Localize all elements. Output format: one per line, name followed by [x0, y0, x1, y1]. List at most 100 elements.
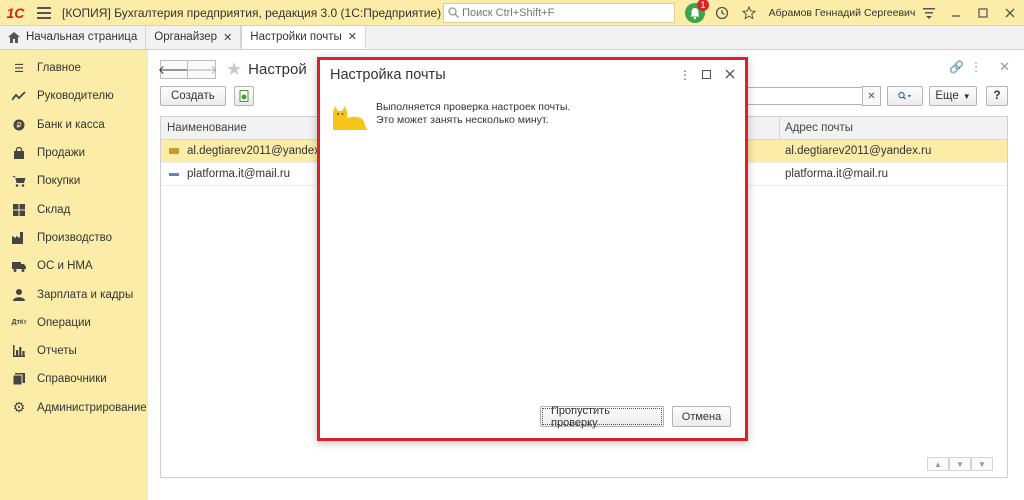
close-tab-icon[interactable]: ✕ — [348, 30, 357, 43]
sidebar-item-label: Операции — [37, 316, 91, 329]
main-menu-icon[interactable] — [31, 0, 58, 26]
sidebar-item-label: Главное — [37, 62, 81, 75]
tab-mail-settings[interactable]: Настройки почты ✕ — [241, 25, 366, 49]
person-icon — [12, 288, 26, 302]
sidebar-item-label: Руководителю — [37, 90, 114, 103]
dialog-message: Выполняется проверка настроек почты. Это… — [376, 101, 570, 127]
more-vertical-icon[interactable]: ⋮ — [970, 60, 982, 74]
sidebar-item-sales[interactable]: Продажи — [0, 139, 148, 167]
sidebar-item-label: Справочники — [37, 373, 107, 386]
help-button[interactable]: ? — [986, 86, 1008, 106]
find-button[interactable] — [887, 86, 923, 106]
sidebar-item-label: Продажи — [37, 147, 86, 160]
sidebar-item-main[interactable]: ☰ Главное — [0, 54, 148, 82]
dialog-buttons: Пропустить проверку Отмена — [540, 405, 731, 429]
home-icon — [8, 31, 20, 43]
sidebar-item-production[interactable]: Производство — [0, 224, 148, 252]
dt-kt-icon: Дт Кт — [11, 319, 27, 327]
favorite-star-icon[interactable]: ★ — [226, 59, 242, 80]
nav-row: 🡐 🡒 ★ Настрой — [158, 59, 307, 80]
create-button[interactable]: Создать — [160, 86, 226, 106]
dialog-title: Настройка почты — [330, 67, 446, 83]
row-name: al.degtiarev2011@yandex.ru — [187, 145, 334, 157]
gear-icon: ⚙ — [12, 399, 26, 416]
sidebar-item-label: Зарплата и кадры — [37, 288, 134, 301]
trend-icon — [12, 89, 26, 103]
scroll-end-button[interactable]: ▼ — [971, 457, 993, 471]
close-dialog-icon[interactable] — [725, 68, 735, 82]
window-title: [КОПИЯ] Бухгалтерия предприятия, редакци… — [62, 5, 442, 20]
account-icon — [169, 173, 179, 176]
close-window-icon[interactable] — [997, 0, 1024, 26]
sidebar-item-purchases[interactable]: Покупки — [0, 167, 148, 195]
minimize-icon[interactable] — [943, 0, 970, 26]
notifications-button[interactable]: 1 — [681, 0, 709, 26]
refresh-button[interactable] — [233, 86, 254, 106]
column-header-address[interactable]: Адрес почты — [785, 122, 853, 134]
back-button[interactable]: 🡐 — [158, 59, 190, 79]
refresh-doc-icon — [239, 90, 249, 102]
cart-icon — [12, 174, 26, 188]
clear-search-button[interactable]: ✕ — [862, 86, 881, 106]
book-icon — [12, 372, 26, 386]
sidebar-item-catalogs[interactable]: Справочники — [0, 365, 148, 393]
global-search[interactable] — [443, 2, 676, 23]
cancel-button[interactable]: Отмена — [672, 406, 731, 427]
history-icon[interactable] — [709, 0, 736, 26]
sidebar-item-director[interactable]: Руководителю — [0, 82, 148, 110]
sidebar-item-operations[interactable]: Дт Кт Операции — [0, 309, 148, 337]
sidebar-item-label: Покупки — [37, 175, 81, 188]
bag-icon — [12, 146, 26, 160]
account-icon — [169, 148, 179, 154]
sidebar: ☰ Главное Руководителю ₽ Банк и касса Прод… — [0, 50, 148, 500]
tab-organizer[interactable]: Органайзер ✕ — [146, 25, 242, 49]
list-search-input[interactable] — [733, 87, 881, 105]
maximize-icon[interactable] — [701, 68, 712, 82]
skip-check-button[interactable]: Пропустить проверку — [540, 405, 664, 429]
favorites-star-icon[interactable] — [736, 0, 763, 26]
settings-menu-icon[interactable] — [916, 0, 943, 26]
truck-icon — [12, 259, 26, 273]
clear-icon: ✕ — [867, 90, 876, 102]
scroll-bottom-button[interactable]: ▼ — [949, 457, 971, 471]
search-icon — [898, 91, 912, 100]
sidebar-item-fixed-assets[interactable]: ОС и НМА — [0, 252, 148, 280]
notification-badge: 1 — [696, 0, 709, 11]
sidebar-item-payroll[interactable]: Зарплата и кадры — [0, 280, 148, 308]
current-user[interactable]: Абрамов Геннадий Сергеевич — [769, 7, 916, 19]
more-vertical-icon[interactable]: ⋮ — [679, 68, 691, 82]
dialog-message-line: Это может занять несколько минут. — [376, 114, 549, 126]
title-bar: 1С [КОПИЯ] Бухгалтерия предприятия, реда… — [0, 0, 1024, 26]
sidebar-item-bank[interactable]: ₽ Банк и касса — [0, 111, 148, 139]
maximize-icon[interactable] — [970, 0, 997, 26]
scroll-top-button[interactable]: ▲ — [927, 457, 949, 471]
waiting-cat-icon — [333, 106, 368, 130]
arrow-right-icon: 🡒 — [185, 62, 218, 77]
page-title: Настрой — [248, 60, 307, 78]
sidebar-item-label: ОС и НМА — [37, 260, 93, 273]
sidebar-item-reports[interactable]: Отчеты — [0, 337, 148, 365]
sidebar-item-label: Склад — [37, 203, 71, 216]
forward-button[interactable]: 🡒 — [185, 59, 218, 79]
svg-text:₽: ₽ — [16, 121, 21, 130]
sidebar-item-warehouse[interactable]: Склад — [0, 195, 148, 223]
tab-organizer-label: Органайзер — [154, 31, 218, 43]
column-header-name[interactable]: Наименование — [167, 122, 247, 134]
warehouse-icon — [12, 203, 26, 217]
dialog-message-line: Выполняется проверка настроек почты. — [376, 101, 571, 113]
mail-setup-dialog: Настройка почты ⋮ Выполняется проверка н… — [317, 57, 748, 441]
sidebar-item-administration[interactable]: ⚙ Администрирование — [0, 394, 148, 422]
tab-home-label: Начальная страница — [26, 31, 138, 43]
tab-mail-settings-label: Настройки почты — [250, 30, 342, 43]
close-tab-icon[interactable]: ✕ — [223, 31, 232, 44]
sidebar-item-label: Администрирование — [37, 401, 147, 414]
search-icon — [448, 7, 460, 18]
global-search-input[interactable] — [462, 6, 673, 19]
tab-home[interactable]: Начальная страница — [0, 25, 147, 49]
more-actions-label: Еще — [935, 90, 959, 102]
link-icon[interactable]: 🔗 — [949, 60, 964, 74]
sidebar-item-label: Отчеты — [37, 345, 77, 358]
more-actions-button[interactable]: Еще ▼ — [929, 86, 977, 106]
close-icon[interactable]: ✕ — [999, 59, 1010, 75]
row-address: platforma.it@mail.ru — [785, 168, 889, 180]
